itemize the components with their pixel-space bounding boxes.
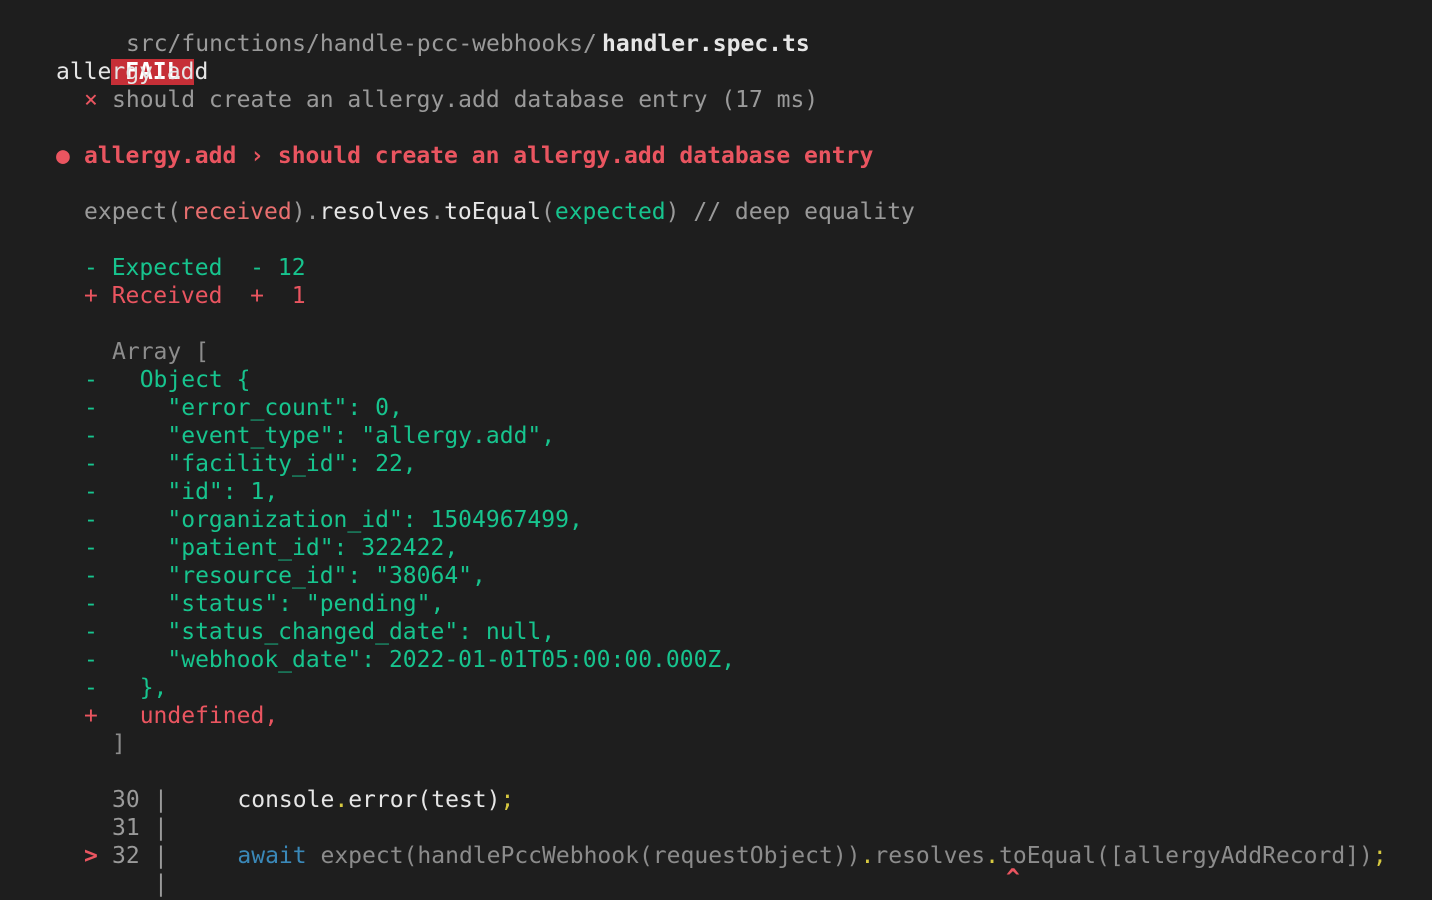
diff-array-close: ] <box>112 731 126 757</box>
test-file-header: FAIL src/functions/handle-pcc-webhooks/ … <box>0 30 810 85</box>
diff-received-summary: + Received + 1 <box>84 283 306 309</box>
gutter: | <box>154 815 168 841</box>
error-line-marker-icon: > <box>84 843 98 869</box>
matcher-hint: expect(received).resolves.toEqual(expect… <box>0 198 915 226</box>
line-number: 32 <box>112 843 140 869</box>
error-bullet-icon: ● <box>56 143 70 169</box>
line-number: 30 <box>112 787 140 813</box>
terminal-window: FAIL src/functions/handle-pcc-webhooks/ … <box>0 0 1432 900</box>
code-frame-caret-line: | ^ <box>0 865 1020 898</box>
suite-name: allergy.add <box>56 59 209 85</box>
diff-minus-line: - "id": 1, <box>84 479 279 505</box>
diff-minus-line: - "status_changed_date": null, <box>84 619 556 645</box>
test-file-dir: src/functions/handle-pcc-webhooks/ <box>126 31 597 57</box>
diff-minus-line: - "organization_id": 1504967499, <box>84 507 583 533</box>
matcher-received: received <box>180 199 292 225</box>
error-title-line: ● allergy.add › should create an allergy… <box>0 142 873 170</box>
gutter: | <box>154 871 168 897</box>
gutter: | <box>154 843 168 869</box>
diff-plus-line: + undefined, <box>84 703 279 729</box>
failed-test-name: should create an allergy.add database en… <box>112 87 819 113</box>
diff-expected-summary: - Expected - 12 <box>84 255 306 281</box>
diff-minus-line: - }, <box>84 675 168 701</box>
matcher-resolves: resolves <box>319 199 431 225</box>
diff-minus-line: - Object { <box>84 367 251 393</box>
code-frame-line-32: > 32 | await expect(handlePccWebhook(req… <box>84 843 1387 869</box>
line-number: 31 <box>112 815 140 841</box>
matcher-close-dot: ). <box>291 199 320 225</box>
diff-minus-line: - "status": "pending", <box>84 591 445 617</box>
error-caret-icon: ^ <box>1006 865 1020 891</box>
error-title: allergy.add › should create an allergy.a… <box>84 143 874 169</box>
matcher-close: ) <box>665 199 680 225</box>
diff-minus-line: - "resource_id": "38064", <box>84 563 486 589</box>
fail-cross-icon: × <box>84 87 98 113</box>
failed-test-line: × should create an allergy.add database … <box>0 86 818 114</box>
matcher-to-equal: toEqual <box>444 199 541 225</box>
suite-name-line: allergy.add <box>0 58 208 86</box>
matcher-expected: expected <box>554 199 666 225</box>
gutter: | <box>154 787 168 813</box>
test-file-name: handler.spec.ts <box>602 31 810 57</box>
code-frame-line-30: 30 | console.error(test); <box>112 787 515 813</box>
matcher-expect: expect( <box>84 199 181 225</box>
code-frame-line-31: 31 | <box>0 814 168 842</box>
diff-minus-line: - "patient_id": 322422, <box>84 535 459 561</box>
matcher-open: ( <box>541 199 555 225</box>
diff-minus-line: - "webhook_date": 2022-01-01T05:00:00.00… <box>84 647 736 673</box>
diff-minus-line: - "facility_id": 22, <box>84 451 417 477</box>
matcher-dot: . <box>430 199 445 225</box>
diff-minus-line: - "error_count": 0, <box>84 395 403 421</box>
diff-minus-line: - "event_type": "allergy.add", <box>84 423 556 449</box>
diff-array-open: Array [ <box>112 339 209 365</box>
matcher-comment: // deep equality <box>679 199 915 225</box>
